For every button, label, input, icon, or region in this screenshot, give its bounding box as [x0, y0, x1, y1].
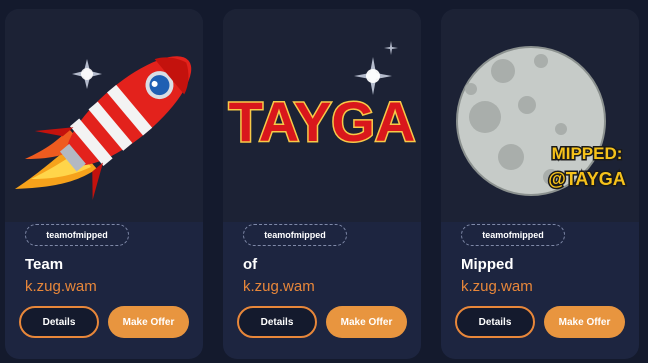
nft-title: of: [243, 256, 258, 273]
moon-caption-line-1: MIPPED:: [552, 144, 623, 163]
details-button[interactable]: Details: [19, 306, 99, 338]
nft-card-grid: teamofmipped Team k.zug.wam Details Make…: [0, 0, 648, 363]
nft-owner: k.zug.wam: [243, 278, 315, 295]
nft-image-tayga[interactable]: TAYGA: [223, 9, 421, 222]
nft-owner: k.zug.wam: [25, 278, 97, 295]
details-button[interactable]: Details: [237, 306, 317, 338]
nft-card[interactable]: teamofmipped Team k.zug.wam Details Make…: [5, 9, 203, 359]
nft-card[interactable]: TAYGA teamofmipped of k.zug.wam Details …: [223, 9, 421, 359]
nft-image-rocket[interactable]: [5, 9, 203, 222]
rocket-icon: [15, 56, 192, 200]
nft-title: Mipped: [461, 256, 514, 273]
collection-tag[interactable]: teamofmipped: [461, 224, 565, 246]
nft-owner: k.zug.wam: [461, 278, 533, 295]
collection-tag[interactable]: teamofmipped: [243, 224, 347, 246]
details-button[interactable]: Details: [455, 306, 535, 338]
nft-card[interactable]: MIPPED: @TAYGA teamofmipped Mipped k.zug…: [441, 9, 639, 359]
moon-icon: MIPPED: @TAYGA: [456, 46, 627, 196]
nft-image-moon[interactable]: MIPPED: @TAYGA: [441, 9, 639, 222]
make-offer-button[interactable]: Make Offer: [108, 306, 189, 338]
make-offer-button[interactable]: Make Offer: [544, 306, 625, 338]
tayga-logo: TAYGA: [227, 41, 417, 155]
tayga-logo-text: TAYGA: [229, 90, 416, 153]
moon-caption-line-2: @TAYGA: [548, 169, 626, 189]
nft-title: Team: [25, 256, 64, 273]
collection-tag[interactable]: teamofmipped: [25, 224, 129, 246]
make-offer-button[interactable]: Make Offer: [326, 306, 407, 338]
